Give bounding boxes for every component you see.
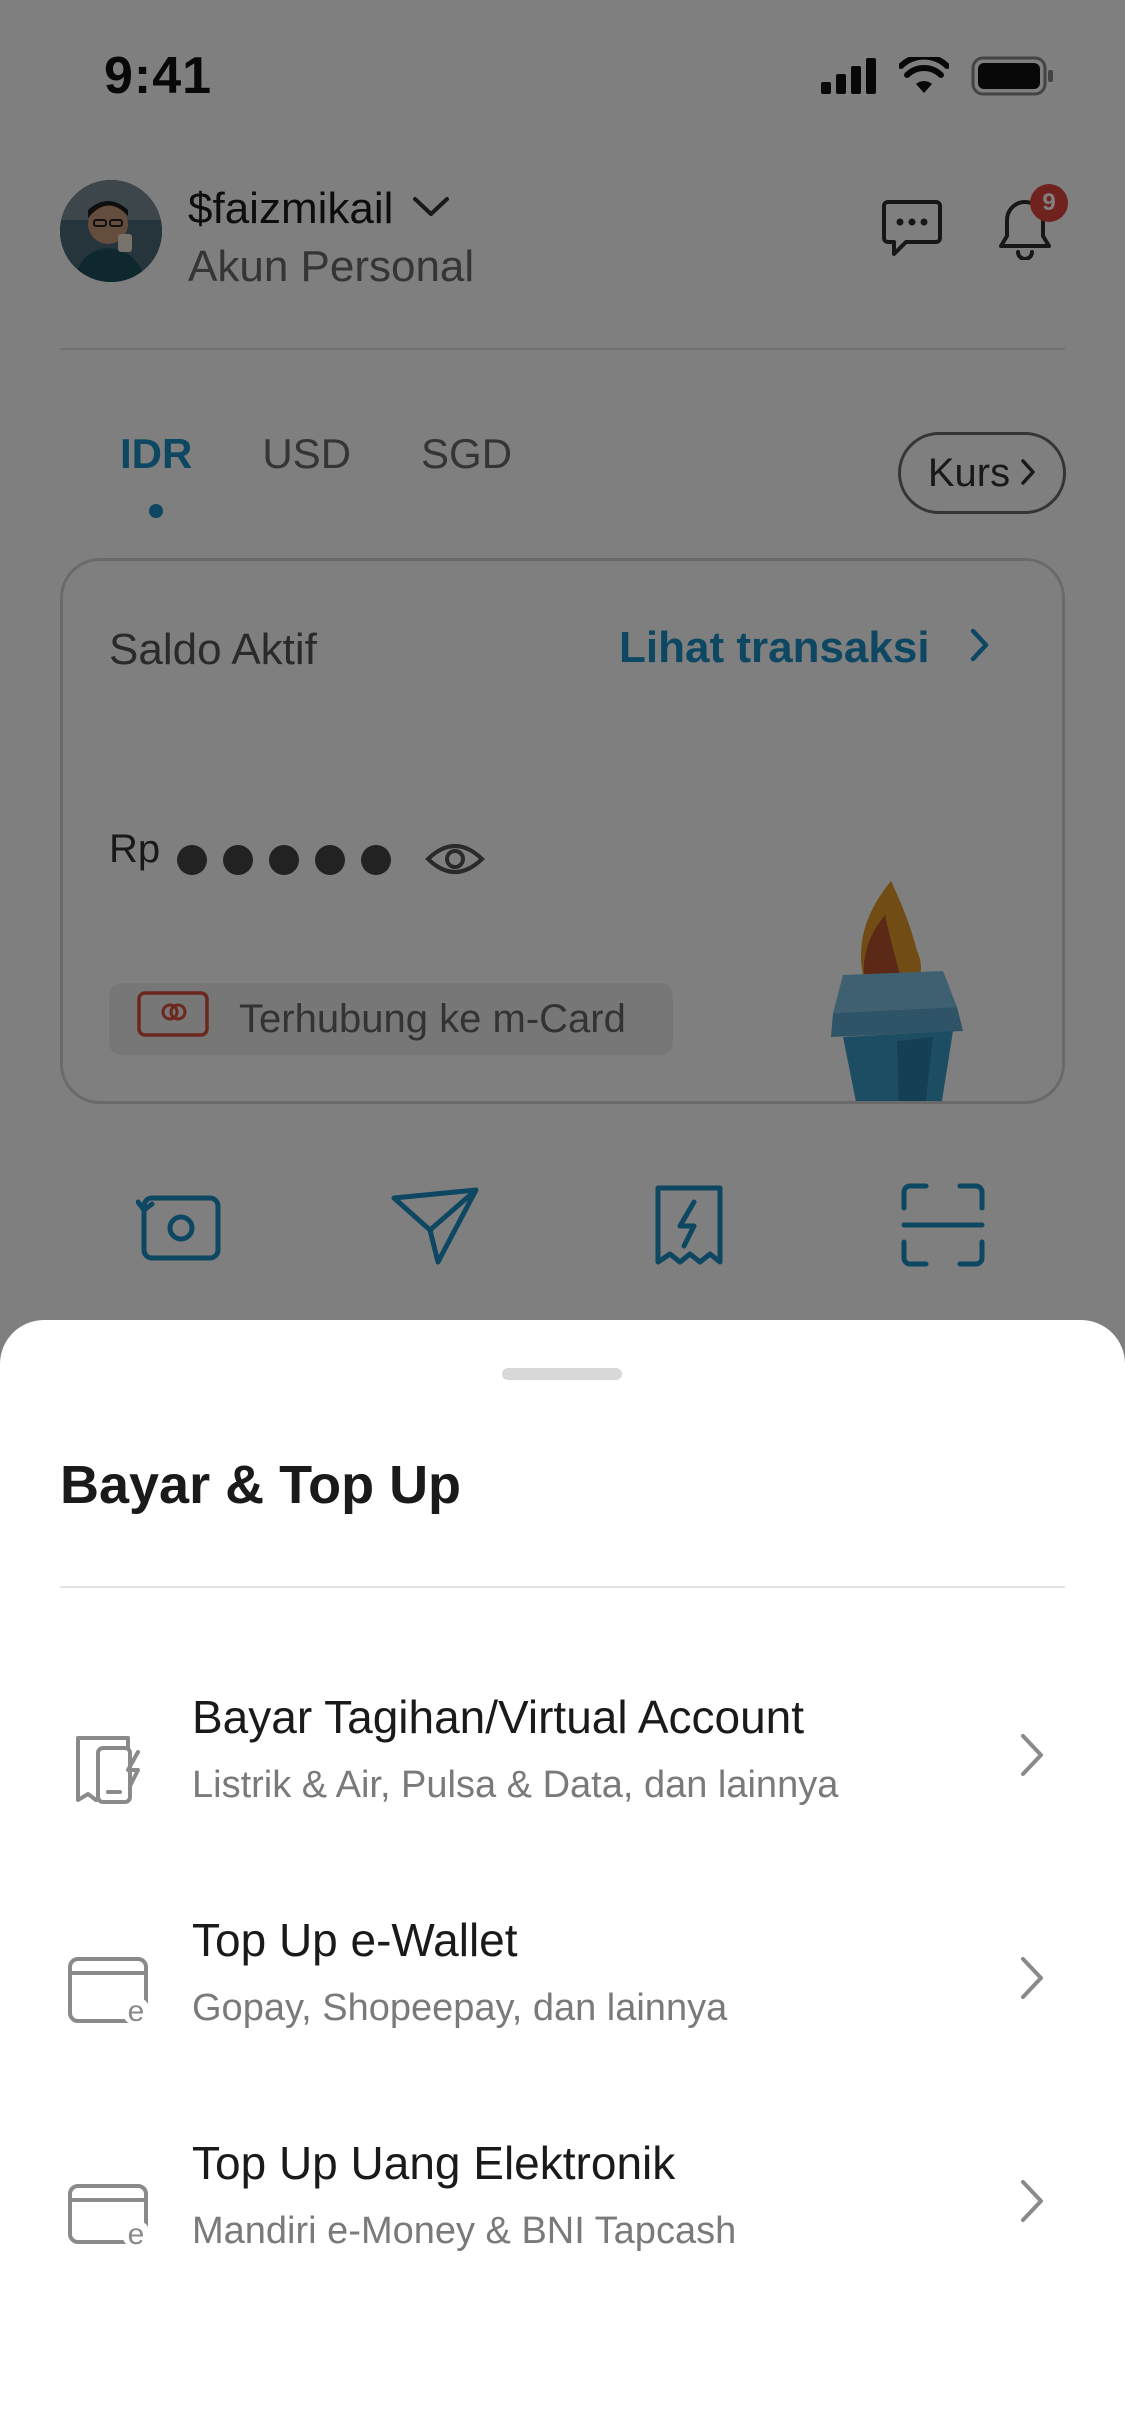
chevron-right-icon	[1019, 1732, 1045, 1783]
sheet-divider	[60, 1586, 1065, 1588]
bottom-sheet: Bayar & Top Up Bayar Tagihan/Virtual Acc…	[0, 1320, 1125, 2436]
menu-item-title: Top Up Uang Elektronik	[192, 2137, 676, 2189]
menu-item-subtitle: Listrik & Air, Pulsa & Data, dan lainnya	[192, 1764, 839, 1806]
menu-item-subtitle: Gopay, Shopeepay, dan lainnya	[192, 1987, 728, 2029]
chevron-right-icon	[1019, 2178, 1045, 2229]
sheet-title: Bayar & Top Up	[60, 1455, 462, 1515]
menu-item-title: Bayar Tagihan/Virtual Account	[192, 1691, 805, 1743]
svg-text:e: e	[128, 1995, 145, 2028]
bill-phone-icon	[64, 1722, 152, 1810]
menu-item-topup-uang-elektronik[interactable]: e Top Up Uang Elektronik Mandiri e-Money…	[60, 2128, 1065, 2308]
menu-item-title: Top Up e-Wallet	[192, 1914, 518, 1966]
chevron-right-icon	[1019, 1955, 1045, 2006]
sheet-grabber[interactable]	[502, 1368, 622, 1380]
menu-item-bayar-tagihan[interactable]: Bayar Tagihan/Virtual Account Listrik & …	[60, 1682, 1065, 1862]
ewallet-icon: e	[64, 1945, 152, 2033]
svg-text:e: e	[128, 2218, 145, 2251]
ecard-icon: e	[64, 2168, 152, 2256]
menu-item-subtitle: Mandiri e-Money & BNI Tapcash	[192, 2210, 737, 2252]
menu-item-topup-ewallet[interactable]: e Top Up e-Wallet Gopay, Shopeepay, dan …	[60, 1905, 1065, 2085]
